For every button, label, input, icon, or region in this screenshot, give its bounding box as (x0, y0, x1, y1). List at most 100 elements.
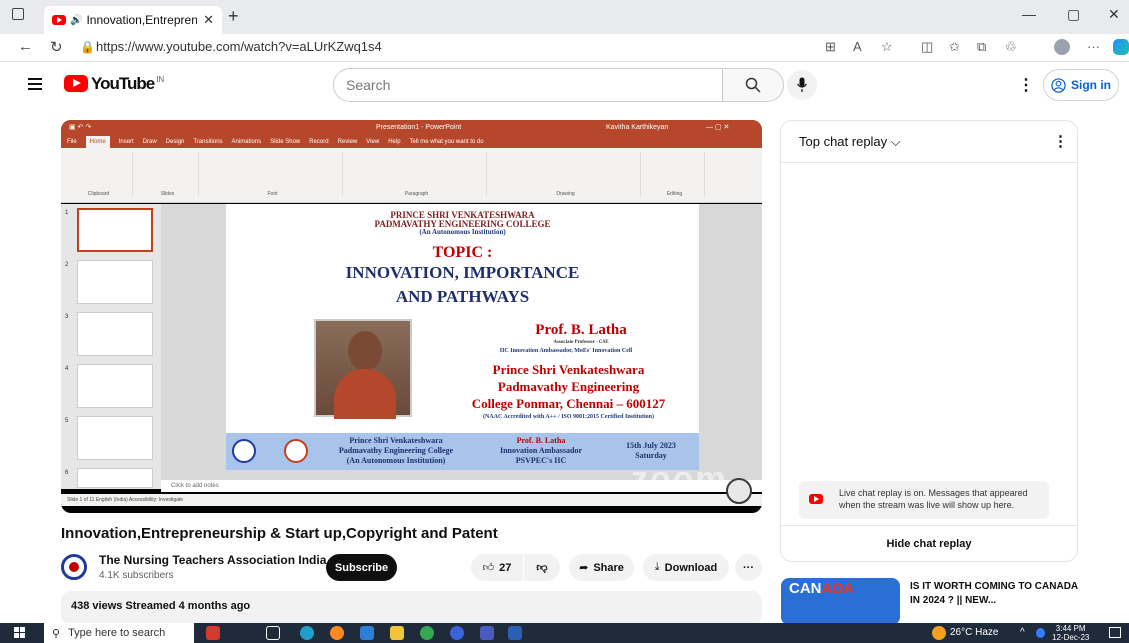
word-icon[interactable] (508, 626, 522, 640)
voice-search-button[interactable] (787, 70, 817, 100)
video-meta: 438 views Streamed 4 months ago (71, 600, 251, 612)
favorite-star-icon[interactable]: ☆ (881, 39, 893, 55)
favorites-icon[interactable]: ✩ (949, 39, 960, 55)
task-view-icon[interactable] (266, 626, 280, 640)
chat-menu-icon[interactable]: ⋮ (1053, 132, 1068, 150)
settings-kebab-icon[interactable]: ⋮ (1018, 75, 1034, 95)
video-player[interactable]: ▣ ↶ ↷ Presentation1 - PowerPoint Kavitha… (61, 120, 762, 513)
news-widget-icon[interactable] (206, 626, 220, 640)
app-available-icon[interactable]: ⊞ (825, 39, 836, 55)
extension-icon[interactable]: ♲ (1005, 39, 1017, 55)
clock-date: 12-Dec-23 (1052, 633, 1090, 642)
banner-date: 15th July 2023 Saturday (611, 441, 691, 461)
college-seal-icon (284, 439, 308, 463)
weather-text[interactable]: 26°C Haze (950, 627, 998, 638)
chat-mode-dropdown[interactable]: Top chat replay ⌵ (799, 134, 901, 150)
chevron-down-icon: ⌵ (890, 134, 901, 149)
close-window-button[interactable]: ✕ (1108, 6, 1120, 23)
read-aloud-icon[interactable]: A (853, 39, 862, 54)
weather-icon[interactable] (932, 626, 946, 640)
ppt-menu-file: File (67, 139, 77, 145)
more-options-icon[interactable]: ··· (1087, 39, 1100, 54)
file-explorer-icon[interactable] (390, 626, 404, 640)
speaker-role: Associate Professor - CSE (553, 340, 609, 345)
ribbon-group-editing: Editing (645, 152, 705, 197)
banner-date-line: 15th July 2023 (626, 441, 676, 450)
download-icon: ⤓ (654, 561, 660, 573)
firefox-icon[interactable] (330, 626, 344, 640)
taskbar-clock[interactable]: 3:44 PM 12-Dec-23 (1052, 624, 1089, 642)
search-icon: ⚲ (52, 627, 61, 640)
chrome-icon[interactable] (420, 626, 434, 640)
app-icon[interactable] (450, 626, 464, 640)
collections-icon[interactable]: ⧉ (977, 39, 986, 55)
new-tab-button[interactable]: + (228, 6, 239, 27)
recommendation-title[interactable]: IS IT WORTH COMING TO CANADA IN 2024 ? |… (910, 580, 1080, 608)
slide-title-line1: INNOVATION, IMPORTANCE (345, 263, 580, 282)
ppt-title-bar: ▣ ↶ ↷ Presentation1 - PowerPoint Kavitha… (61, 120, 762, 136)
tray-expand-icon[interactable]: ^ (1020, 627, 1025, 638)
profile-avatar[interactable] (1054, 39, 1070, 55)
ppt-menu-record: Record (309, 139, 329, 145)
hide-chat-button[interactable]: Hide chat replay (781, 525, 1077, 561)
slide-thumbnail (77, 312, 153, 356)
store-icon[interactable] (360, 626, 374, 640)
windows-start-icon[interactable] (14, 627, 26, 639)
ppt-title: Presentation1 - PowerPoint (376, 124, 462, 131)
copilot-icon[interactable] (1113, 39, 1129, 55)
refresh-icon[interactable]: ↻ (50, 38, 63, 56)
channel-name[interactable]: The Nursing Teachers Association India (99, 553, 326, 567)
tab-title: Innovation,Entrepreneurship (86, 13, 198, 27)
thumb-number: 5 (65, 418, 69, 424)
iic-logo-icon (232, 439, 256, 463)
search-button[interactable] (722, 68, 784, 102)
hamburger-menu-icon[interactable] (28, 78, 42, 90)
subscribe-button[interactable]: Subscribe (326, 554, 397, 581)
banner-speaker-line: Prof. B. Latha (516, 436, 566, 445)
channel-avatar[interactable] (61, 554, 87, 580)
notification-icon[interactable] (1109, 627, 1121, 638)
ppt-menu-insert: Insert (118, 139, 134, 145)
sign-in-label: Sign in (1071, 78, 1111, 92)
more-actions-button[interactable]: ··· (735, 554, 762, 581)
slide-canvas: PRINCE SHRI VENKATESHWARA PADMAVATHY ENG… (226, 204, 699, 470)
chat-replay-panel: Top chat replay ⌵ ⋮ Live chat replay is … (780, 120, 1078, 562)
recommendation-thumbnail[interactable]: CANADA (781, 578, 900, 625)
dislike-button[interactable]: 👎︎ (524, 554, 560, 581)
clock-time: 3:44 PM (1055, 624, 1086, 633)
teams-icon[interactable] (480, 626, 494, 640)
like-count: 27 (499, 561, 512, 574)
bluetooth-icon[interactable] (1036, 628, 1045, 638)
youtube-logo[interactable]: YouTube IN (64, 75, 164, 93)
speaker-name: Prof. B. Latha (535, 322, 627, 338)
sign-in-button[interactable]: Sign in (1043, 69, 1119, 101)
description-box[interactable]: 438 views Streamed 4 months ago (61, 591, 762, 625)
minimize-button[interactable]: — (1022, 6, 1036, 22)
speaker-photo (314, 319, 412, 419)
tab-actions-icon[interactable] (12, 8, 24, 20)
search-input[interactable]: Search (333, 68, 723, 102)
tab-close-icon[interactable]: ✕ (203, 12, 214, 28)
slide-thumbnail (77, 416, 153, 460)
like-button[interactable]: 👍︎ 27 (471, 554, 523, 581)
lock-icon[interactable]: 🔒 (80, 40, 95, 54)
speaker-icon[interactable]: 🔊 (70, 15, 82, 26)
maximize-button[interactable]: ▢ (1067, 6, 1080, 23)
ribbon-group-font: Font (203, 152, 343, 197)
share-button[interactable]: ➦ Share (569, 554, 634, 581)
microphone-icon (797, 77, 807, 92)
ppt-menu-slideshow: Slide Show (270, 139, 301, 145)
thumb-number: 4 (65, 366, 69, 372)
slide-college-line3: (An Autonomous Institution) (419, 228, 506, 236)
browser-tab[interactable]: 🔊 Innovation,Entrepreneurship ✕ (44, 6, 222, 34)
split-screen-icon[interactable]: ◫ (921, 39, 933, 55)
ribbon-label: Clipboard (87, 191, 110, 197)
taskbar-search-input[interactable]: ⚲ Type here to search (44, 623, 194, 643)
thumb-number: 6 (65, 470, 69, 476)
ppt-menu-home: Home (85, 136, 110, 148)
url-field[interactable]: https://www.youtube.com/watch?v=aLUrKZwq… (96, 39, 382, 54)
ppt-menu-animations: Animations (231, 139, 262, 145)
edge-icon[interactable] (300, 626, 314, 640)
back-arrow-icon[interactable]: ← (18, 38, 33, 55)
download-button[interactable]: ⤓ Download (643, 554, 729, 581)
